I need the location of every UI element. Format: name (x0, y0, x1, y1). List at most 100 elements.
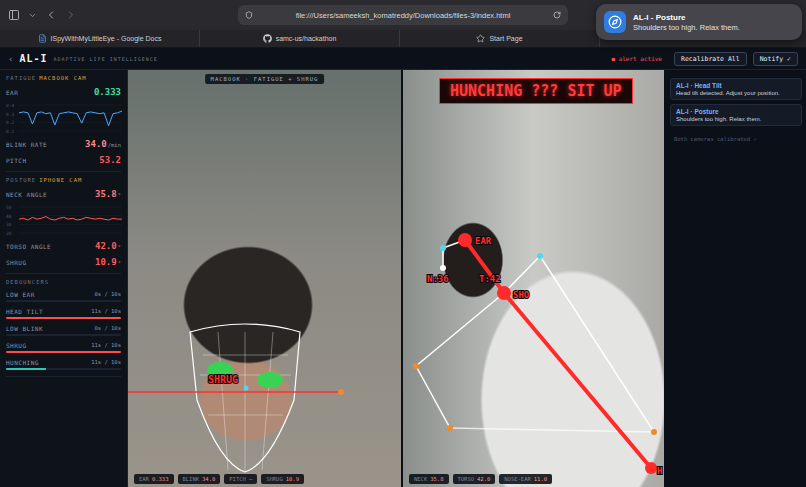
alerts-panel: AL-I · Head TiltHead tilt detected. Adju… (666, 70, 806, 487)
face-mesh (190, 324, 300, 472)
face-overlay: SHRUG (128, 70, 403, 487)
joint-label: SHO (513, 290, 530, 300)
face-label: SHRUG (208, 374, 238, 385)
debouncer-track (6, 300, 121, 302)
metric-label: PITCH (6, 157, 27, 164)
debouncer-line: LOW EAR0s / 10s (6, 291, 121, 298)
face-mesh-lines (200, 332, 291, 472)
metric-value: 34.0/min (85, 139, 121, 149)
back-icon[interactable] (45, 9, 57, 21)
shield-icon (245, 11, 253, 19)
alert-card[interactable]: AL-I · PostureShoulders too high. Relax … (670, 104, 802, 126)
feed-stats: EAR0.333 BLINK34.0PITCH— SHRUG10.9 (134, 474, 304, 484)
stat-value: 11.0 (534, 476, 547, 482)
chart-tick: 20 (6, 231, 122, 235)
metric-row: NECK ANGLE 35.8° (6, 189, 121, 199)
metric-label: TORSO ANGLE (6, 243, 51, 250)
svg-text:40: 40 (6, 214, 12, 219)
chart-line (19, 217, 122, 220)
stat-label: NOSE-EAR (504, 476, 531, 482)
debouncer-row: LOW EAR0s / 10s (6, 291, 121, 302)
debouncer-reading: 0s / 10s (95, 325, 122, 332)
section-source: MACBOOK CAM (39, 75, 86, 81)
app-header: ‹AL-IADAPTIVE LIFE INTELLIGENCE● alert a… (0, 48, 806, 70)
bookmark-label: Start Page (489, 35, 522, 42)
alert-title: AL-I · Head Tilt (676, 82, 796, 89)
bookmark[interactable]: ISpyWithMyLittleEye - Google Docs (0, 30, 200, 47)
elbow-joint (413, 363, 419, 369)
debouncer-row: HEAD TILT11s / 10s (6, 308, 121, 319)
stat-value: 10.9 (286, 476, 299, 482)
back-button[interactable]: ‹ (8, 54, 13, 64)
url-bar[interactable]: file:///Users/sameeksh_komatreddy/Downlo… (238, 5, 568, 25)
system-notification[interactable]: AL-I - PostureShoulders too high. Relax … (596, 4, 802, 40)
face-camera-feed: SHRUGMACBOOK · FATIGUE + SHRUGEAR0.333BL… (128, 70, 403, 487)
svg-text:0.4: 0.4 (6, 103, 14, 108)
notification-text: AL-I - PostureShoulders too high. Relax … (633, 13, 740, 32)
svg-text:30: 30 (6, 222, 12, 227)
nose-point (244, 386, 249, 391)
metric-unit: ° (118, 192, 121, 198)
svg-text:0.3: 0.3 (6, 112, 14, 117)
feed-stat: SHRUG10.9 (261, 474, 304, 484)
bookmark-label: samc-us/hackathon (276, 35, 337, 42)
nose-joint (440, 245, 446, 251)
metric-value: 10.9° (95, 257, 121, 267)
debouncer-line: LOW BLINK0s / 10s (6, 325, 121, 332)
stat-value: 0.333 (152, 476, 169, 482)
joint-label: T:42 (479, 274, 501, 284)
github-icon (263, 34, 272, 43)
feed-stat: EAR0.333 (134, 474, 174, 484)
hip-joint (645, 462, 657, 474)
nav-group (8, 9, 238, 21)
alert-title: AL-I · Posture (676, 108, 796, 115)
forward-icon[interactable] (65, 9, 77, 21)
shoulder-point (338, 389, 344, 395)
debouncer-row: SHRUG11s / 10s (6, 342, 121, 353)
header-button[interactable]: Notify ✓ (753, 52, 798, 66)
stat-label: NECK (414, 476, 427, 482)
svg-text:20: 20 (6, 231, 12, 235)
stat-value: 42.0 (477, 476, 490, 482)
browser-window: file:///Users/sameeksh_komatreddy/Downlo… (0, 0, 806, 487)
section-title: POSTUREIPHONE CAM (6, 177, 121, 183)
metric-row: EAR0.333 (6, 87, 121, 97)
metrics-section: POSTUREIPHONE CAM NECK ANGLE 35.8° 50 40 30 20… (6, 177, 121, 274)
alert-status: ● alert active (611, 55, 662, 62)
stat-label: BLINK (183, 476, 200, 482)
feed-stat: BLINK34.0 (178, 474, 221, 484)
metric-value: 53.2 (99, 155, 121, 165)
tagline: ADAPTIVE LIFE INTELLIGENCE (54, 56, 606, 62)
metric-label: NECK ANGLE (6, 191, 47, 198)
metric-unit: ° (118, 244, 121, 250)
bookmark[interactable]: Start Page (400, 30, 600, 47)
feed-stat: PITCH— (224, 474, 257, 484)
metrics-section: FATIGUEMACBOOK CAMEAR0.3330.40.30.20.1BL… (6, 75, 121, 172)
metric-unit: /min (108, 142, 121, 148)
bookmark-label: ISpyWithMyLittleEye - Google Docs (51, 35, 162, 42)
compass-icon (608, 15, 622, 29)
debouncer-row: HUNCHING11s / 10s (6, 359, 121, 370)
metrics-panel: FATIGUEMACBOOK CAMEAR0.3330.40.30.20.1BL… (0, 70, 128, 487)
metric-label: SHRUG (6, 259, 27, 266)
metric-value: 35.8° (95, 189, 121, 199)
section-title: FATIGUEMACBOOK CAM (6, 75, 121, 81)
debouncer-fill (6, 368, 46, 370)
stat-value: — (249, 476, 252, 482)
chevron-down-icon[interactable] (28, 11, 37, 20)
ear-joint (458, 233, 472, 247)
url-text: file:///Users/sameeksh_komatreddy/Downlo… (258, 11, 548, 20)
chart-tick: 0.1 (6, 129, 122, 133)
debouncer-label: HEAD TILT (6, 308, 43, 315)
star-icon (476, 34, 485, 43)
alert-card[interactable]: AL-I · Head TiltHead tilt detected. Adju… (670, 78, 802, 100)
sidebar-icon[interactable] (8, 9, 20, 21)
bookmark[interactable]: samc-us/hackathon (200, 30, 400, 47)
debouncer-fill (6, 351, 121, 353)
debouncer-track (6, 351, 121, 353)
chart-tick: 50 (6, 205, 122, 210)
feed-stat: NOSE-EAR11.0 (499, 474, 552, 484)
header-button[interactable]: Recalibrate All (674, 52, 747, 66)
stat-label: SHRUG (266, 476, 283, 482)
reload-icon[interactable] (553, 11, 561, 19)
